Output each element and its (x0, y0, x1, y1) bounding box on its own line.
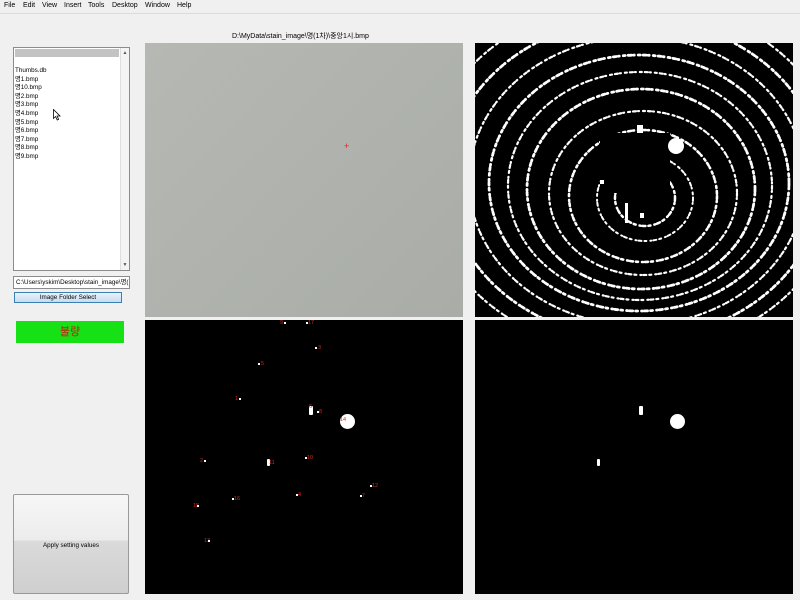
list-scrollbar[interactable]: ▲ ▼ (120, 48, 129, 270)
binary-texture (475, 43, 793, 317)
defect-point (284, 322, 286, 324)
menu-edit[interactable]: Edit (23, 1, 35, 11)
list-item[interactable]: 명1.bmp (15, 76, 47, 85)
defect-labels-panel: 9 17 3 5 1 6 8 2 14 10 11 12 7 4 16 15 1… (145, 320, 463, 594)
defect-label: 4 (298, 492, 302, 498)
defect-label: 11 (269, 460, 275, 466)
defect-point (258, 363, 260, 365)
defect-label: 8 (319, 409, 323, 415)
file-items: Thumbs.db 명1.bmp 명10.bmp 명2.bmp 명3.bmp 명… (15, 67, 47, 162)
apply-setting-values-button[interactable]: Apply setting values (13, 494, 129, 594)
defect-label: 14 (340, 417, 347, 423)
binary-image-panel (475, 43, 793, 317)
original-image-panel: + (145, 43, 463, 317)
list-item[interactable]: 명5.bmp (15, 119, 47, 128)
defect-point (317, 411, 319, 413)
large-defect-blob (670, 414, 685, 429)
defect-label: 5 (261, 361, 265, 367)
selected-list-row[interactable] (15, 49, 119, 57)
status-badge: 불량 (16, 321, 124, 343)
menu-desktop[interactable]: Desktop (112, 1, 138, 11)
list-item[interactable]: Thumbs.db (15, 67, 47, 76)
file-listbox[interactable]: Thumbs.db 명1.bmp 명10.bmp 명2.bmp 명3.bmp 명… (13, 47, 130, 271)
small-defect-blob (639, 406, 643, 415)
scroll-down-icon[interactable]: ▼ (122, 261, 128, 269)
defect-label: 2 (200, 458, 204, 464)
defect-label: 7 (362, 493, 366, 499)
defect-label: 1 (235, 396, 239, 402)
menu-bar: File Edit View Insert Tools Desktop Wind… (0, 0, 800, 14)
defect-label: 9 (280, 320, 284, 326)
menu-help[interactable]: Help (177, 1, 191, 11)
list-item[interactable]: 명9.bmp (15, 153, 47, 162)
list-item[interactable]: 명8.bmp (15, 144, 47, 153)
image-folder-select-button[interactable]: Image Folder Select (14, 292, 122, 303)
mouse-pointer-icon (53, 109, 61, 121)
menu-file[interactable]: File (4, 1, 15, 11)
small-defect-blob (597, 459, 600, 466)
defect-point (232, 498, 234, 500)
defect-point (197, 505, 199, 507)
defect-point (306, 322, 308, 324)
defect-label: 3 (318, 345, 322, 351)
defect-point (315, 347, 317, 349)
defect-point (296, 494, 298, 496)
image-path-title: D:\MyData\stain_image\명(1차)\중앙1시.bmp (232, 33, 369, 40)
defect-label: 12 (372, 483, 379, 489)
defect-label: 17 (308, 320, 315, 326)
apply-button-label: Apply setting values (42, 542, 99, 549)
scroll-up-icon[interactable]: ▲ (122, 49, 128, 57)
list-item[interactable]: 명4.bmp (15, 110, 47, 119)
defect-point (208, 540, 210, 542)
menu-window[interactable]: Window (145, 1, 170, 11)
list-item[interactable]: 명10.bmp (15, 84, 47, 93)
list-item[interactable]: 명3.bmp (15, 101, 47, 110)
crosshair-marker: + (344, 141, 350, 151)
defect-point (204, 460, 206, 462)
defect-point (360, 495, 362, 497)
folder-path-field[interactable]: C:\Users\yskim\Desktop\stain_image\명(1차) (13, 276, 130, 289)
menu-insert[interactable]: Insert (64, 1, 82, 11)
menu-view[interactable]: View (42, 1, 57, 11)
defect-label: 16 (234, 496, 241, 502)
list-item[interactable]: 명6.bmp (15, 127, 47, 136)
defect-point (305, 457, 307, 459)
menu-tools[interactable]: Tools (88, 1, 104, 11)
defect-point (370, 485, 372, 487)
defect-point (239, 398, 241, 400)
filtered-defects-panel (475, 320, 793, 594)
defect-label: 6 (309, 404, 313, 410)
defect-label: 10 (307, 455, 314, 461)
